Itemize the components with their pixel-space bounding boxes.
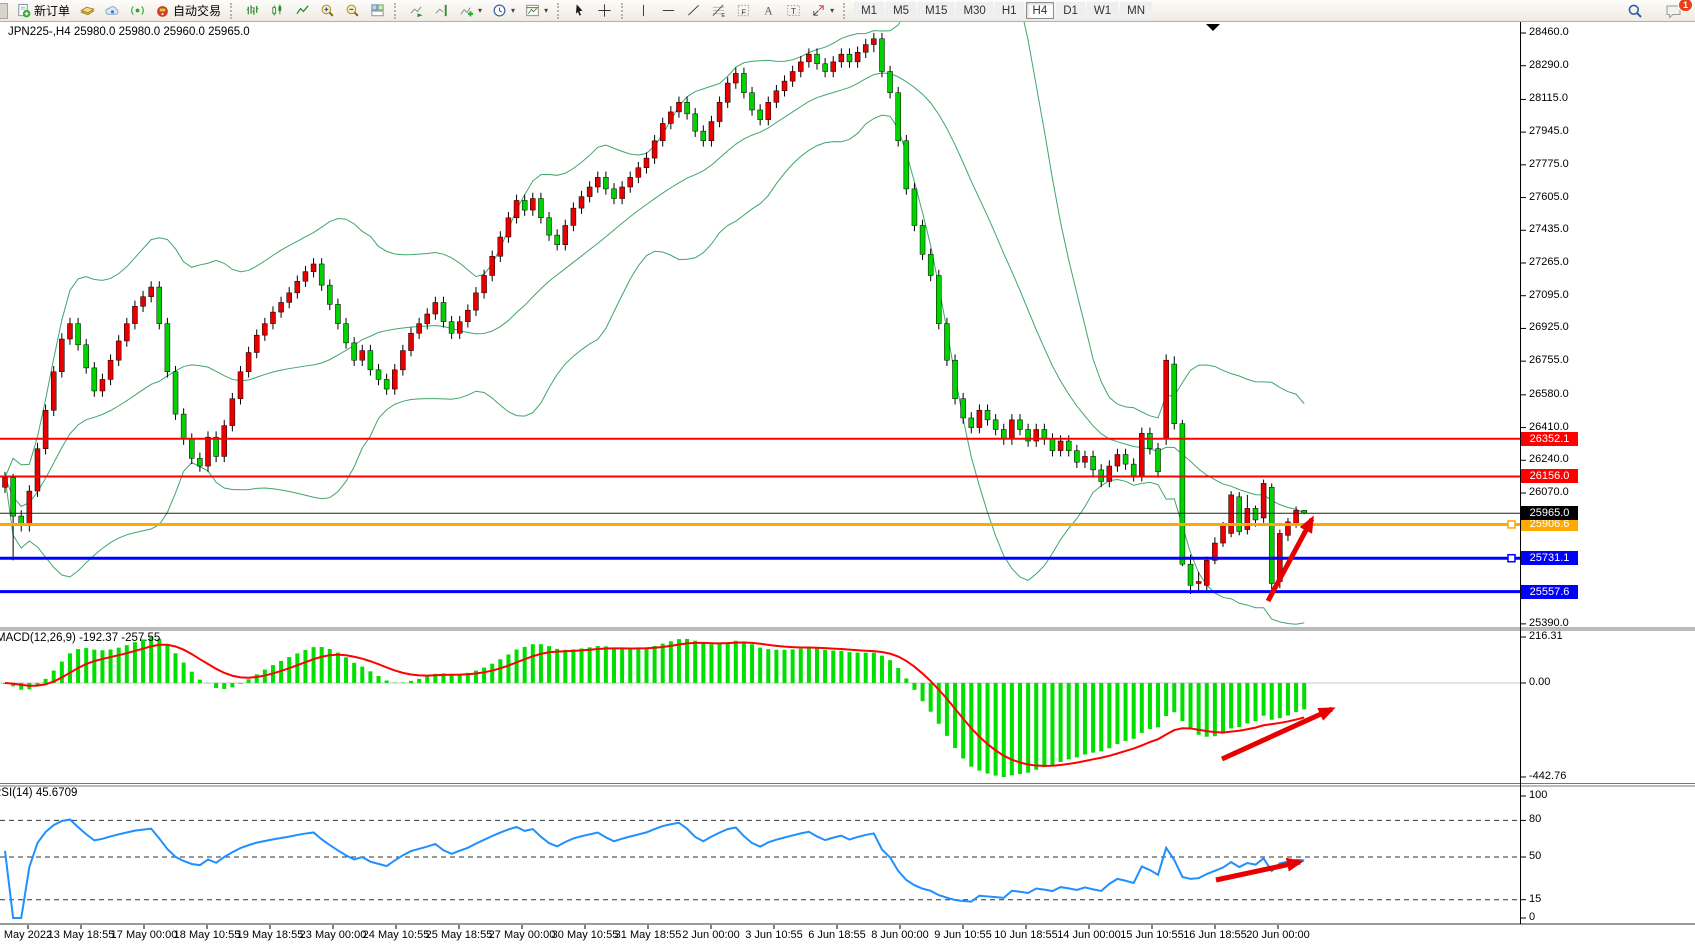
hline-handle[interactable]: [1508, 555, 1515, 562]
candlesticks: [3, 33, 1307, 594]
chart-title: JPN225-,H4 25980.0 25980.0 25960.0 25965…: [8, 26, 250, 38]
bollinger-bands: [5, 0, 1304, 624]
macd-indicator-label: MACD(12,26,9) -192.37 -257.55: [0, 632, 160, 644]
rsi-indicator-label: RSI(14) 45.6709: [0, 787, 77, 799]
mt4-window: 新订单 自动交易: [0, 0, 1695, 945]
hline-handle[interactable]: [1508, 521, 1515, 528]
chart-shift-marker[interactable]: [1206, 24, 1220, 31]
chart-canvas[interactable]: [0, 0, 1695, 945]
time-axis[interactable]: [0, 925, 1520, 945]
price-axis[interactable]: [1520, 22, 1695, 924]
rsi-line: [5, 819, 1304, 918]
